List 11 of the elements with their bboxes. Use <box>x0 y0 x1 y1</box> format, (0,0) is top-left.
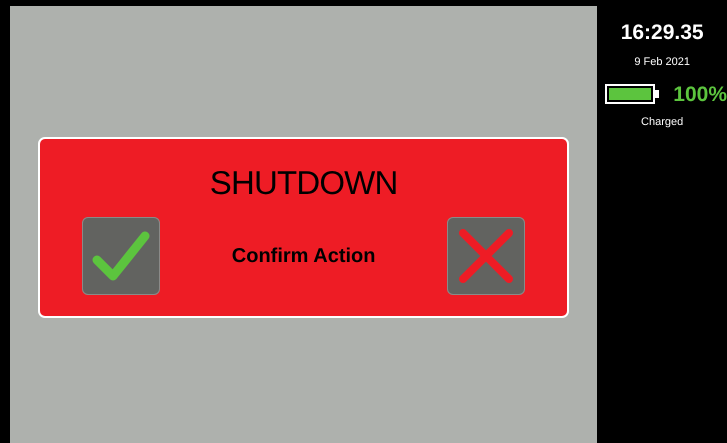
clock-time: 16:29.35 <box>620 20 704 46</box>
dialog-title: SHUTDOWN <box>210 163 398 203</box>
confirm-button[interactable] <box>82 217 160 295</box>
check-icon <box>91 230 151 282</box>
close-icon <box>457 227 516 285</box>
battery-percent: 100% <box>673 82 727 108</box>
dialog-message: Confirm Action <box>232 244 376 269</box>
battery-status: Charged <box>641 115 684 130</box>
clock-date: 9 Feb 2021 <box>634 55 690 70</box>
battery-icon <box>605 84 662 104</box>
cancel-button[interactable] <box>447 217 526 295</box>
